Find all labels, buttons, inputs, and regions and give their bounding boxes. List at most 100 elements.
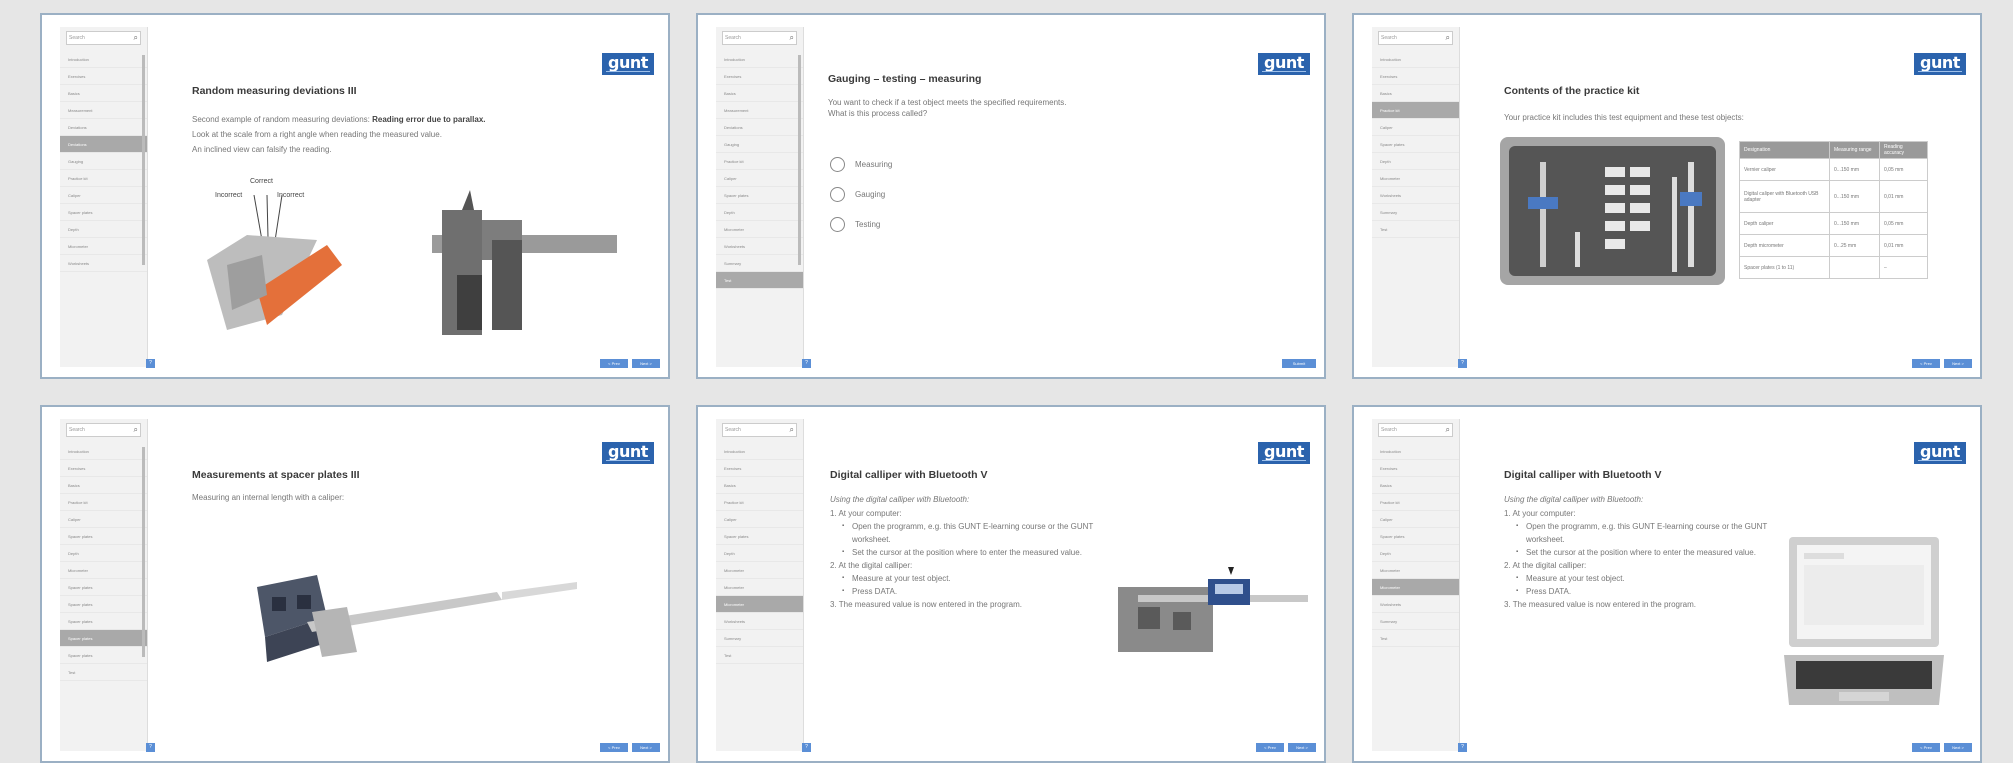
sidebar-item[interactable]: Basics <box>1372 477 1459 494</box>
search-input[interactable]: Search ⌕ <box>1378 31 1453 45</box>
sidebar-item[interactable]: Spacer plates <box>1372 136 1459 153</box>
next-button[interactable]: Next > <box>1288 743 1316 752</box>
sidebar-item[interactable]: Introduction <box>716 51 803 68</box>
sidebar-item[interactable]: Test <box>1372 630 1459 647</box>
submit-button[interactable]: Submit <box>1282 359 1316 368</box>
sidebar-item[interactable]: Test <box>1372 221 1459 238</box>
sidebar-item[interactable]: Caliper <box>716 170 803 187</box>
sidebar-item[interactable]: Test <box>60 664 147 681</box>
sidebar-item[interactable]: Summary <box>716 255 803 272</box>
sidebar-item[interactable]: Depth <box>1372 545 1459 562</box>
sidebar-item[interactable]: Depth <box>1372 153 1459 170</box>
sidebar-item[interactable]: Worksheets <box>1372 187 1459 204</box>
search-input[interactable]: Search ⌕ <box>722 423 797 437</box>
sidebar-item[interactable]: Summary <box>1372 613 1459 630</box>
sidebar-item[interactable]: Deviations <box>716 119 803 136</box>
sidebar-item[interactable]: Depth <box>716 545 803 562</box>
help-button[interactable]: ? <box>1458 743 1467 752</box>
radio-icon[interactable] <box>830 157 845 172</box>
sidebar-item-active[interactable]: Micrometer <box>1372 579 1459 596</box>
sidebar-item[interactable]: Micrometer <box>60 238 147 255</box>
sidebar-scrollbar[interactable] <box>798 55 801 265</box>
sidebar-item[interactable]: Gauging <box>60 153 147 170</box>
search-icon[interactable]: ⌕ <box>134 425 138 435</box>
help-button[interactable]: ? <box>146 359 155 368</box>
sidebar-item[interactable]: Introduction <box>716 443 803 460</box>
sidebar-item[interactable]: Basics <box>1372 85 1459 102</box>
sidebar-item[interactable]: Micrometer <box>716 562 803 579</box>
sidebar-item-active[interactable]: Practice kit <box>1372 102 1459 119</box>
search-input[interactable]: Search ⌕ <box>66 423 141 437</box>
search-input[interactable]: Search ⌕ <box>1378 423 1453 437</box>
sidebar-item[interactable]: Micrometer <box>1372 562 1459 579</box>
search-icon[interactable]: ⌕ <box>790 33 794 43</box>
next-button[interactable]: Next > <box>1944 359 1972 368</box>
sidebar-item[interactable]: Practice kit <box>60 170 147 187</box>
help-button[interactable]: ? <box>146 743 155 752</box>
sidebar-item[interactable]: Spacer plates <box>60 204 147 221</box>
sidebar-item[interactable]: Spacer plates <box>1372 528 1459 545</box>
sidebar-item[interactable]: Exercises <box>716 460 803 477</box>
sidebar-item[interactable]: Spacer plates <box>60 596 147 613</box>
sidebar-item[interactable]: Caliper <box>1372 119 1459 136</box>
sidebar-item[interactable]: Exercises <box>60 460 147 477</box>
sidebar-item[interactable]: Practice kit <box>716 153 803 170</box>
sidebar-item[interactable]: Caliper <box>60 187 147 204</box>
sidebar-item[interactable]: Practice kit <box>716 494 803 511</box>
sidebar-scrollbar[interactable] <box>142 55 145 265</box>
search-icon[interactable]: ⌕ <box>134 33 138 43</box>
help-button[interactable]: ? <box>802 359 811 368</box>
sidebar-item[interactable]: Caliper <box>1372 511 1459 528</box>
prev-button[interactable]: < Prev <box>1256 743 1284 752</box>
search-icon[interactable]: ⌕ <box>790 425 794 435</box>
sidebar-item[interactable]: Caliper <box>60 511 147 528</box>
sidebar-item[interactable]: Exercises <box>716 68 803 85</box>
sidebar-item[interactable]: Micrometer <box>1372 170 1459 187</box>
sidebar-item[interactable]: Measurement <box>716 102 803 119</box>
sidebar-item[interactable]: Spacer plates <box>60 613 147 630</box>
option-measuring[interactable]: Measuring <box>830 157 892 172</box>
next-button[interactable]: Next > <box>632 743 660 752</box>
sidebar-item[interactable]: Summary <box>716 630 803 647</box>
sidebar-item[interactable]: Worksheets <box>716 613 803 630</box>
sidebar-item[interactable]: Depth <box>60 545 147 562</box>
sidebar-item[interactable]: Basics <box>60 85 147 102</box>
sidebar-item[interactable]: Spacer plates <box>716 187 803 204</box>
sidebar-item[interactable]: Worksheets <box>716 238 803 255</box>
sidebar-item[interactable]: Basics <box>716 477 803 494</box>
prev-button[interactable]: < Prev <box>600 743 628 752</box>
sidebar-item[interactable]: Introduction <box>60 443 147 460</box>
sidebar-item[interactable]: Worksheets <box>1372 596 1459 613</box>
sidebar-item-active[interactable]: Micrometer <box>716 596 803 613</box>
search-icon[interactable]: ⌕ <box>1446 425 1450 435</box>
sidebar-item[interactable]: Practice kit <box>1372 494 1459 511</box>
prev-button[interactable]: < Prev <box>1912 743 1940 752</box>
sidebar-item-active[interactable]: Spacer plates <box>60 630 147 647</box>
sidebar-item[interactable]: Spacer plates <box>60 647 147 664</box>
next-button[interactable]: Next > <box>1944 743 1972 752</box>
sidebar-item[interactable]: Depth <box>60 221 147 238</box>
sidebar-item[interactable]: Practice kit <box>60 494 147 511</box>
sidebar-item[interactable]: Basics <box>60 477 147 494</box>
radio-icon[interactable] <box>830 187 845 202</box>
sidebar-item[interactable]: Gauging <box>716 136 803 153</box>
search-input[interactable]: Search ⌕ <box>66 31 141 45</box>
sidebar-item[interactable]: Exercises <box>60 68 147 85</box>
search-icon[interactable]: ⌕ <box>1446 33 1450 43</box>
sidebar-item[interactable]: Spacer plates <box>60 579 147 596</box>
sidebar-item[interactable]: Micrometer <box>60 562 147 579</box>
sidebar-item[interactable]: Deviations <box>60 119 147 136</box>
sidebar-item[interactable]: Exercises <box>1372 68 1459 85</box>
sidebar-item[interactable]: Micrometer <box>716 579 803 596</box>
sidebar-item[interactable]: Spacer plates <box>60 528 147 545</box>
sidebar-scrollbar[interactable] <box>142 447 145 657</box>
prev-button[interactable]: < Prev <box>1912 359 1940 368</box>
search-input[interactable]: Search ⌕ <box>722 31 797 45</box>
option-gauging[interactable]: Gauging <box>830 187 885 202</box>
prev-button[interactable]: < Prev <box>600 359 628 368</box>
sidebar-item[interactable]: Summary <box>1372 204 1459 221</box>
sidebar-item[interactable]: Depth <box>716 204 803 221</box>
next-button[interactable]: Next > <box>632 359 660 368</box>
help-button[interactable]: ? <box>802 743 811 752</box>
sidebar-item[interactable]: Introduction <box>1372 51 1459 68</box>
